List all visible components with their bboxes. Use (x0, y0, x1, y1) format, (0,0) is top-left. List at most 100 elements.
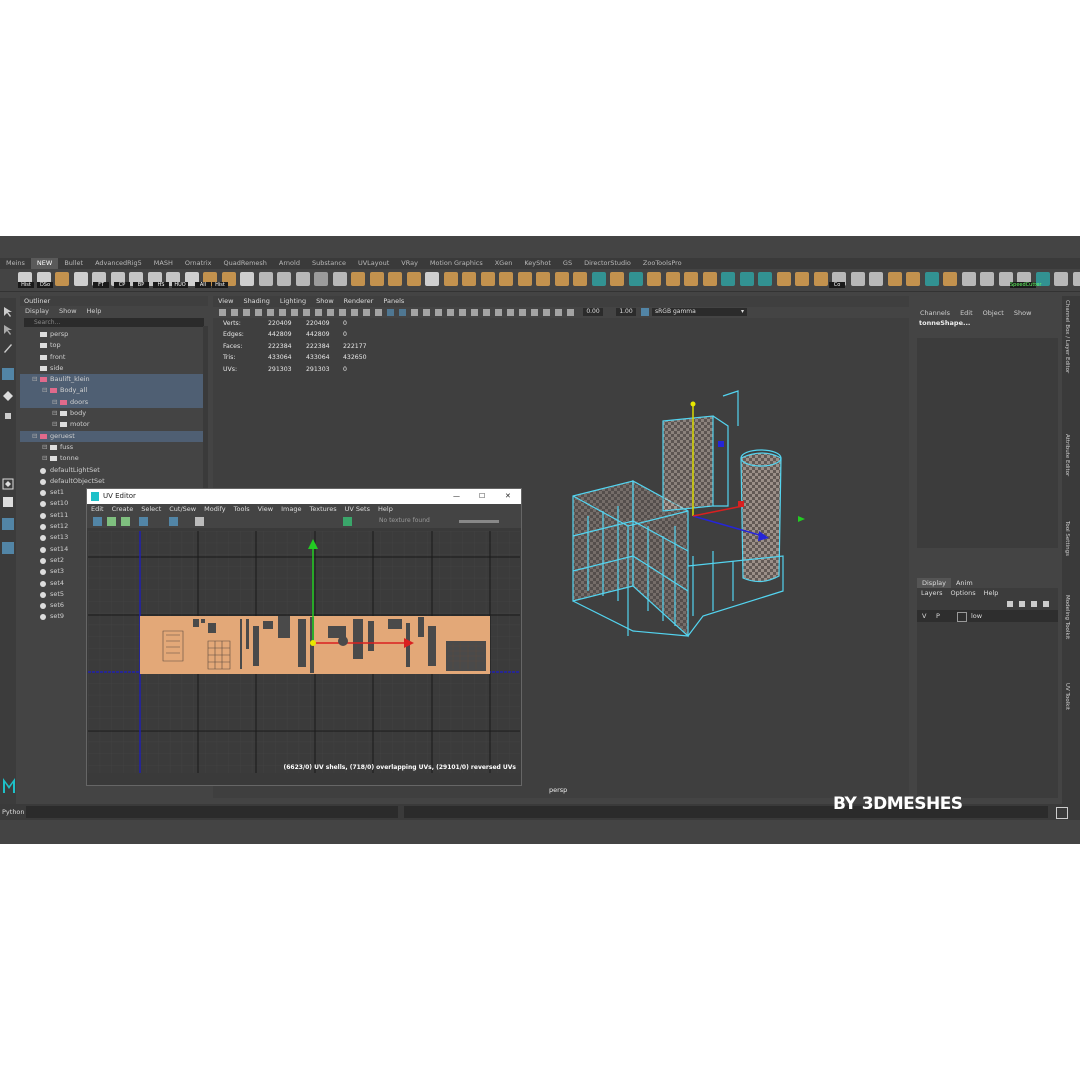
viewport-tool-icon[interactable] (423, 309, 430, 316)
uv-menu-item[interactable]: Select (137, 504, 165, 515)
outliner-row[interactable]: front (20, 352, 208, 363)
layout-single-icon[interactable] (2, 478, 14, 490)
minimize-icon[interactable]: — (453, 489, 460, 504)
layer-down-icon[interactable] (1019, 601, 1025, 607)
select-tool-icon[interactable] (2, 306, 14, 318)
python-label[interactable]: Python (2, 808, 25, 816)
outliner-menu-item[interactable]: Help (82, 306, 107, 316)
expand-icon[interactable]: ⊟ (42, 453, 47, 464)
expand-icon[interactable]: ⊟ (52, 397, 57, 408)
uv-menu-item[interactable]: Help (374, 504, 397, 515)
layout-two-icon[interactable] (2, 518, 14, 530)
shelf-tool-icon[interactable] (369, 272, 384, 286)
script-editor-icon[interactable] (1056, 807, 1068, 819)
shelf-tool-icon[interactable] (647, 272, 661, 286)
shelf-tool-icon[interactable] (980, 272, 994, 286)
new-layer-selected-icon[interactable] (1043, 601, 1049, 607)
uv-menu-item[interactable]: View (254, 504, 277, 515)
paint-tool-icon[interactable] (2, 342, 14, 354)
shelf-tab[interactable]: Ornatrix (179, 258, 218, 269)
shelf-tool-icon[interactable] (554, 272, 569, 286)
outliner-row[interactable]: defaultLightSet (20, 465, 208, 476)
viewport-tool-icon[interactable] (411, 309, 418, 316)
shelf-tab[interactable]: KeyShot (518, 258, 557, 269)
viewport-tool-icon[interactable] (495, 309, 502, 316)
shelf-tool-icon[interactable] (702, 272, 717, 286)
viewport-tool-icon[interactable] (327, 309, 334, 316)
channel-menu-item[interactable]: Show (1009, 308, 1037, 318)
layer-tab[interactable]: Display (917, 578, 951, 588)
viewport-tool-icon[interactable] (339, 309, 346, 316)
viewport-tool-icon[interactable] (459, 309, 466, 316)
viewport-tool-icon[interactable] (399, 309, 406, 316)
viewport-tool-icon[interactable] (483, 309, 490, 316)
uv-grid-icon[interactable] (93, 517, 102, 526)
outliner-row[interactable]: ⊟ fuss (20, 442, 208, 453)
uv-menu-item[interactable]: Tools (230, 504, 254, 515)
uv-menu-item[interactable]: Image (277, 504, 305, 515)
shelf-tab[interactable]: UVLayout (352, 258, 395, 269)
viewport-tool-icon[interactable] (519, 309, 526, 316)
outliner-row[interactable]: top (20, 340, 208, 351)
maximize-icon[interactable]: ☐ (479, 489, 485, 504)
shelf-tab[interactable]: GS (557, 258, 578, 269)
outliner-row[interactable]: ⊟ motor (20, 419, 208, 430)
viewport-tool-icon[interactable] (351, 309, 358, 316)
outliner-menu-item[interactable]: Show (54, 306, 82, 316)
shelf-tool-icon[interactable] (406, 272, 421, 286)
rotate-tool-icon[interactable] (2, 390, 14, 402)
shelf-tool-icon[interactable] (332, 272, 347, 286)
shelf-tool-icon[interactable] (813, 272, 828, 286)
viewport-tool-icon[interactable] (363, 309, 370, 316)
channel-menu-item[interactable]: Channels (915, 308, 955, 318)
outliner-row[interactable]: ⊟ body (20, 408, 208, 419)
viewport-tool-icon[interactable] (315, 309, 322, 316)
expand-icon[interactable]: ⊟ (32, 374, 37, 385)
shelf-tool-icon[interactable] (665, 272, 680, 286)
layer-name[interactable]: low (971, 610, 982, 622)
viewport-tool-icon[interactable] (231, 309, 238, 316)
layer-menu-item[interactable]: Layers (917, 588, 947, 598)
shelf-tab[interactable]: QuadRemesh (218, 258, 273, 269)
viewport-tool-icon[interactable] (471, 309, 478, 316)
shelf-tool-icon[interactable] (906, 272, 920, 286)
viewport-tool-icon[interactable] (507, 309, 514, 316)
viewport-tool-icon[interactable] (303, 309, 310, 316)
outliner-row[interactable]: ⊟ doors (20, 396, 208, 409)
viewport-tool-icon[interactable] (219, 309, 226, 316)
viewport-menu-item[interactable]: Shading (238, 296, 274, 306)
viewport-menu-item[interactable]: Renderer (339, 296, 379, 306)
viewport-tool-icon[interactable] (531, 309, 538, 316)
viewport-tool-icon[interactable] (435, 309, 442, 316)
viewport-menu-item[interactable]: Panels (378, 296, 409, 306)
shelf-tool-icon[interactable] (721, 272, 735, 286)
shelf-tool-icon[interactable] (536, 272, 550, 286)
shelf-tool-icon[interactable] (1054, 272, 1068, 286)
viewport-tool-icon[interactable] (543, 309, 550, 316)
layout-outliner-icon[interactable] (2, 542, 14, 554)
move-tool-icon[interactable] (2, 368, 14, 380)
shelf-tool-icon[interactable] (1072, 272, 1080, 286)
right-tab[interactable]: Attribute Editor (1064, 434, 1070, 476)
command-input[interactable] (26, 806, 398, 818)
expand-icon[interactable]: ⊟ (42, 442, 47, 453)
viewport-tool-icon[interactable] (387, 309, 394, 316)
outliner-row[interactable]: ⊟ Baulift_klein (20, 374, 208, 386)
uv-camera-icon[interactable] (195, 517, 204, 526)
shelf-tool-icon[interactable] (388, 272, 402, 286)
viewport-menu-item[interactable]: Lighting (275, 296, 311, 306)
channel-menu-item[interactable]: Edit (955, 308, 978, 318)
shelf-tool-icon[interactable] (573, 272, 587, 286)
shelf-tab[interactable]: Substance (306, 258, 352, 269)
shelf-tool-icon[interactable] (758, 272, 772, 286)
shelf-tab[interactable]: Arnold (273, 258, 306, 269)
shelf-tool-icon[interactable] (425, 272, 439, 286)
layer-playback[interactable]: P (936, 610, 940, 622)
right-tab[interactable]: Tool Settings (1064, 521, 1070, 556)
outliner-search-input[interactable]: Search... (24, 318, 204, 327)
shelf-tab[interactable]: XGen (489, 258, 519, 269)
shelf-tab[interactable]: Bullet (58, 258, 89, 269)
uv-edge-icon[interactable] (121, 517, 130, 526)
shelf-tool-icon[interactable] (961, 272, 976, 286)
shelf-tool-icon[interactable] (684, 272, 698, 286)
